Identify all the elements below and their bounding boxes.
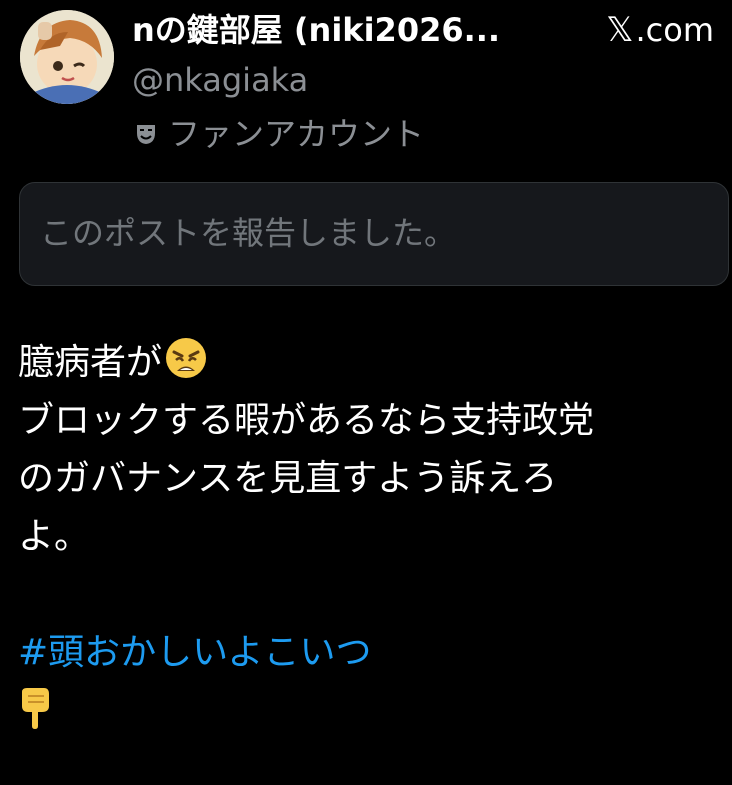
pointing-down-hand-emoji (22, 688, 49, 729)
weary-face-emoji (166, 338, 207, 378)
account-type-label: ファンアカウント (134, 112, 424, 156)
post-body: 臆病者が ブロックする暇があるなら支持政党 のガバナンスを見直すよう訴えろ よ。… (18, 334, 718, 740)
avatar-illustration (20, 10, 114, 104)
site-label[interactable]: 𝕏 .com (606, 8, 714, 52)
author-display-name[interactable]: nの鍵部屋 (niki2026... (132, 8, 572, 52)
post-final-line (18, 682, 718, 740)
post-line-3: のガバナンスを見直すよう訴えろ (18, 458, 558, 499)
author-handle[interactable]: @nkagiaka (132, 58, 308, 102)
post-line-1-text: 臆病者が (18, 342, 163, 383)
post-hashtag-link[interactable]: #頭おかしいよこいつ (18, 624, 718, 682)
post-line-2: ブロックする暇があるなら支持政党 (18, 400, 595, 441)
account-type-text: ファンアカウント (168, 115, 425, 153)
theater-mask-icon (137, 125, 155, 144)
site-domain: .com (635, 11, 714, 49)
reported-notice: このポストを報告しました。 (19, 182, 729, 286)
author-avatar[interactable] (20, 10, 114, 104)
post-line-4: よ。 (18, 516, 91, 557)
post-line-1: 臆病者が (18, 334, 718, 392)
post-blank-line (18, 566, 718, 624)
reported-notice-text: このポストを報告しました。 (40, 214, 457, 252)
x-logo-icon: 𝕏 (606, 10, 634, 50)
